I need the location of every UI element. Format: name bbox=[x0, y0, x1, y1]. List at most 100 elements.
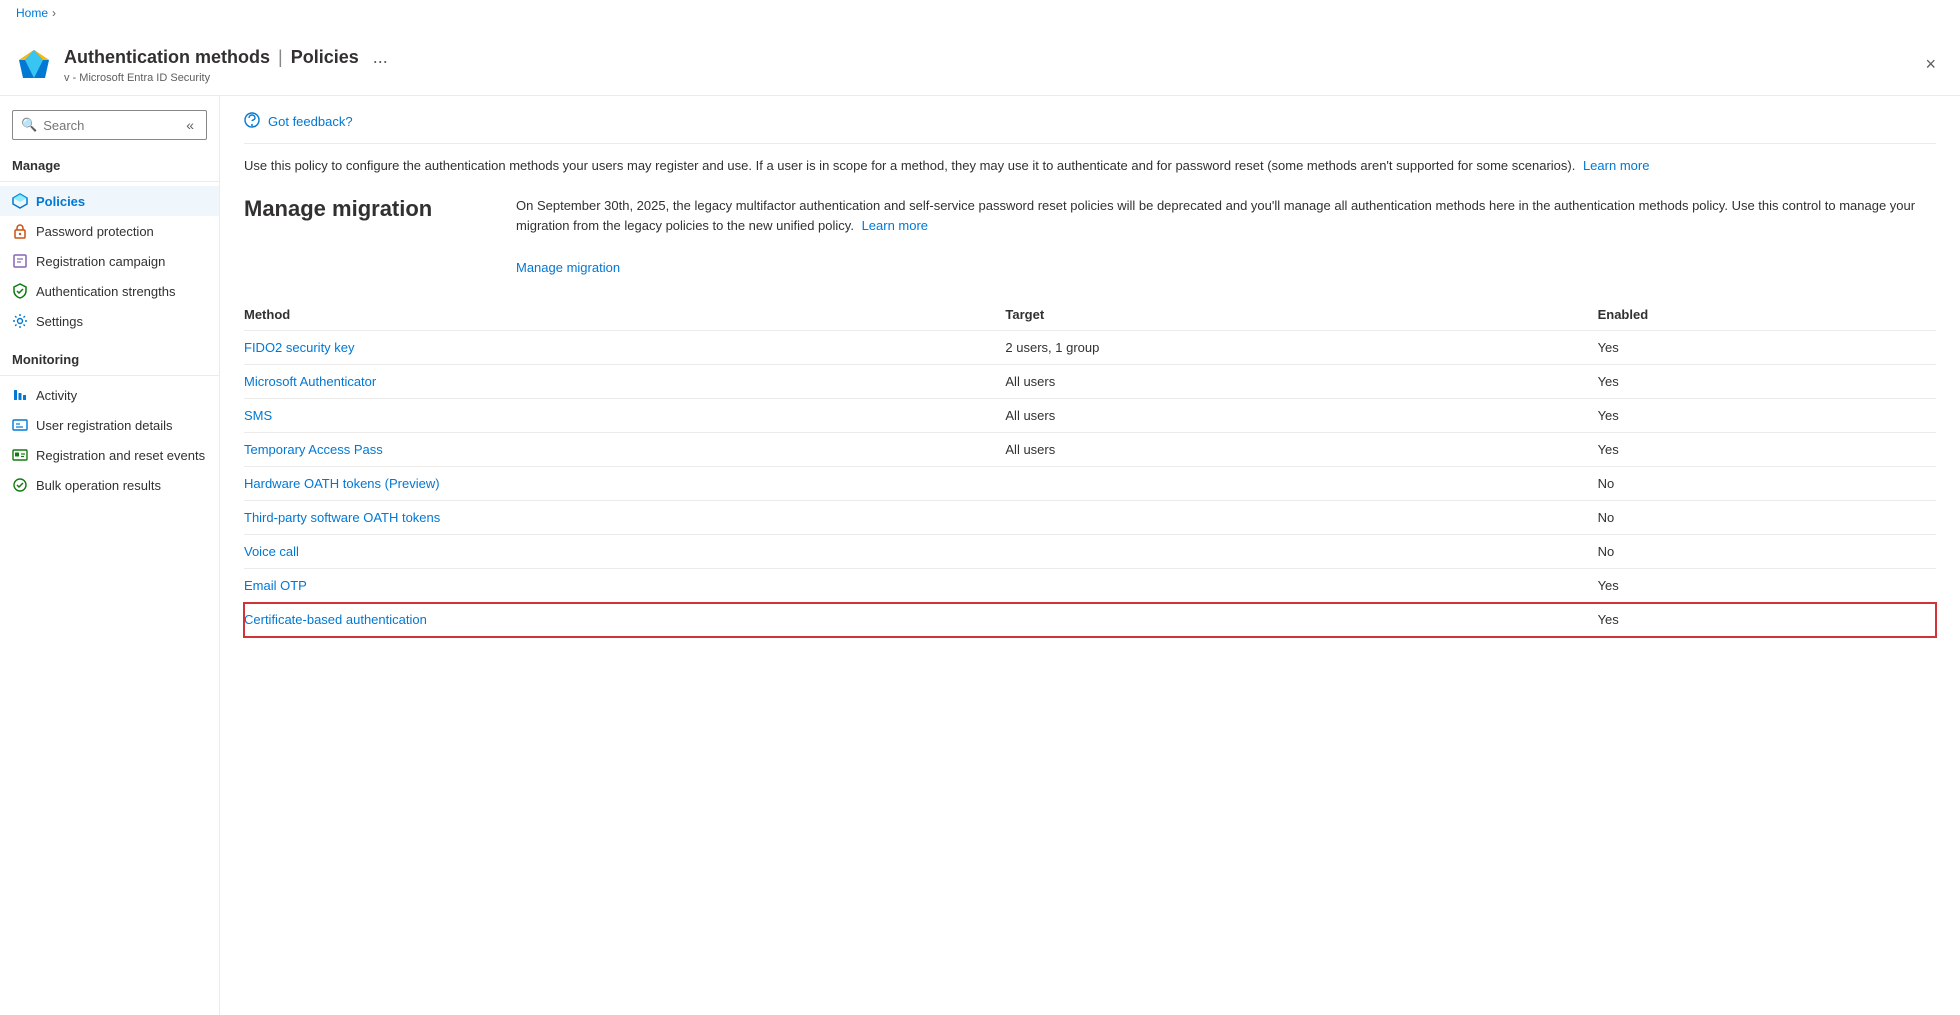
enabled-cell: No bbox=[1598, 467, 1936, 501]
activity-icon bbox=[12, 387, 28, 403]
title-subnav: v - Microsoft Entra ID Security bbox=[64, 72, 394, 84]
sidebar-item-reg-events-label: Registration and reset events bbox=[36, 448, 205, 463]
feedback-link[interactable]: Got feedback? bbox=[268, 114, 353, 129]
target-cell bbox=[1005, 569, 1597, 603]
feedback-icon bbox=[244, 112, 260, 131]
monitoring-divider bbox=[0, 375, 219, 376]
sidebar-item-bulk-label: Bulk operation results bbox=[36, 478, 161, 493]
method-link[interactable]: Voice call bbox=[244, 544, 299, 559]
manage-migration-link[interactable]: Manage migration bbox=[516, 260, 620, 275]
search-input[interactable] bbox=[43, 118, 176, 133]
password-icon bbox=[12, 223, 28, 239]
sidebar-item-policies[interactable]: Policies bbox=[0, 186, 219, 216]
sidebar-item-auth-strengths[interactable]: Authentication strengths bbox=[0, 276, 219, 306]
sidebar-item-activity[interactable]: Activity bbox=[0, 380, 219, 410]
breadcrumb: Home › bbox=[0, 0, 1960, 26]
sidebar-item-reg-reset-events[interactable]: Registration and reset events bbox=[0, 440, 219, 470]
col-target: Target bbox=[1005, 299, 1597, 331]
collapse-button[interactable]: « bbox=[182, 115, 198, 135]
table-row: Voice call No bbox=[244, 535, 1936, 569]
enabled-cell: Yes bbox=[1598, 569, 1936, 603]
sidebar-item-registration-campaign[interactable]: Registration campaign bbox=[0, 246, 219, 276]
policies-icon bbox=[12, 193, 28, 209]
methods-table: Method Target Enabled FIDO2 security key… bbox=[244, 299, 1936, 637]
sidebar-item-settings-label: Settings bbox=[36, 314, 83, 329]
method-cell: Temporary Access Pass bbox=[244, 433, 1005, 467]
close-button[interactable]: × bbox=[1917, 50, 1944, 79]
method-cell: Voice call bbox=[244, 535, 1005, 569]
ellipsis-button[interactable]: ... bbox=[367, 45, 394, 70]
method-link[interactable]: FIDO2 security key bbox=[244, 340, 355, 355]
sidebar-item-bulk-results[interactable]: Bulk operation results bbox=[0, 470, 219, 500]
manage-section-header: Manage bbox=[0, 150, 219, 177]
method-link[interactable]: Microsoft Authenticator bbox=[244, 374, 376, 389]
table-row: Certificate-based authenticationYes bbox=[244, 603, 1936, 637]
method-cell: Certificate-based authentication bbox=[244, 603, 1005, 637]
method-cell: Email OTP bbox=[244, 569, 1005, 603]
migration-description: On September 30th, 2025, the legacy mult… bbox=[516, 196, 1936, 238]
col-method: Method bbox=[244, 299, 1005, 331]
target-cell bbox=[1005, 535, 1597, 569]
sidebar-item-settings[interactable]: Settings bbox=[0, 306, 219, 336]
table-row: FIDO2 security key2 users, 1 groupYes bbox=[244, 331, 1936, 365]
method-cell: SMS bbox=[244, 399, 1005, 433]
home-link[interactable]: Home bbox=[16, 6, 48, 20]
enabled-cell: No bbox=[1598, 535, 1936, 569]
enabled-cell: Yes bbox=[1598, 399, 1936, 433]
bulk-icon bbox=[12, 477, 28, 493]
user-reg-icon bbox=[12, 417, 28, 433]
table-row: Hardware OATH tokens (Preview) No bbox=[244, 467, 1936, 501]
method-link[interactable]: Certificate-based authentication bbox=[244, 612, 427, 627]
policy-description: Use this policy to configure the authent… bbox=[244, 156, 1936, 176]
top-bar: Authentication methods | Policies ... v … bbox=[0, 26, 1960, 96]
target-cell: All users bbox=[1005, 433, 1597, 467]
sidebar-item-auth-label: Authentication strengths bbox=[36, 284, 175, 299]
method-link[interactable]: Temporary Access Pass bbox=[244, 442, 383, 457]
table-row: Email OTP Yes bbox=[244, 569, 1936, 603]
sidebar-item-user-reg-label: User registration details bbox=[36, 418, 173, 433]
search-icon: 🔍 bbox=[21, 117, 37, 133]
method-cell: FIDO2 security key bbox=[244, 331, 1005, 365]
target-cell: All users bbox=[1005, 365, 1597, 399]
enabled-cell: Yes bbox=[1598, 365, 1936, 399]
table-row: Temporary Access Pass All usersYes bbox=[244, 433, 1936, 467]
migration-title: Manage migration bbox=[244, 196, 484, 276]
main-content: Got feedback? Use this policy to configu… bbox=[220, 96, 1960, 1015]
target-cell bbox=[1005, 501, 1597, 535]
reg-events-icon bbox=[12, 447, 28, 463]
table-row: SMSAll usersYes bbox=[244, 399, 1936, 433]
sidebar-item-reg-campaign-label: Registration campaign bbox=[36, 254, 165, 269]
app-icon bbox=[16, 47, 52, 83]
title-separator: | bbox=[278, 47, 283, 68]
enabled-cell: Yes bbox=[1598, 433, 1936, 467]
breadcrumb-chevron: › bbox=[52, 6, 56, 20]
manage-divider bbox=[0, 181, 219, 182]
sidebar-item-password-protection[interactable]: Password protection bbox=[0, 216, 219, 246]
target-cell: 2 users, 1 group bbox=[1005, 331, 1597, 365]
sidebar-item-password-label: Password protection bbox=[36, 224, 154, 239]
target-cell bbox=[1005, 467, 1597, 501]
target-cell bbox=[1005, 603, 1597, 637]
method-cell: Hardware OATH tokens (Preview) bbox=[244, 467, 1005, 501]
method-link[interactable]: SMS bbox=[244, 408, 272, 423]
method-link[interactable]: Hardware OATH tokens (Preview) bbox=[244, 476, 440, 491]
migration-section: Manage migration On September 30th, 2025… bbox=[244, 196, 1936, 276]
method-cell: Third-party software OATH tokens bbox=[244, 501, 1005, 535]
registration-icon bbox=[12, 253, 28, 269]
migration-learn-more-link[interactable]: Learn more bbox=[862, 218, 928, 233]
sidebar-item-policies-label: Policies bbox=[36, 194, 85, 209]
method-link[interactable]: Email OTP bbox=[244, 578, 307, 593]
policy-learn-more-link[interactable]: Learn more bbox=[1583, 158, 1649, 173]
method-link[interactable]: Third-party software OATH tokens bbox=[244, 510, 440, 525]
sidebar-item-user-reg-details[interactable]: User registration details bbox=[0, 410, 219, 440]
page-title-sub: Policies bbox=[291, 47, 359, 68]
table-row: Third-party software OATH tokens No bbox=[244, 501, 1936, 535]
page-title-main: Authentication methods bbox=[64, 47, 270, 68]
col-enabled: Enabled bbox=[1598, 299, 1936, 331]
feedback-bar: Got feedback? bbox=[244, 112, 1936, 144]
enabled-cell: No bbox=[1598, 501, 1936, 535]
auth-icon bbox=[12, 283, 28, 299]
sidebar: 🔍 « Manage Policies Password protection … bbox=[0, 96, 220, 1015]
method-cell: Microsoft Authenticator bbox=[244, 365, 1005, 399]
monitoring-section-header: Monitoring bbox=[0, 344, 219, 371]
